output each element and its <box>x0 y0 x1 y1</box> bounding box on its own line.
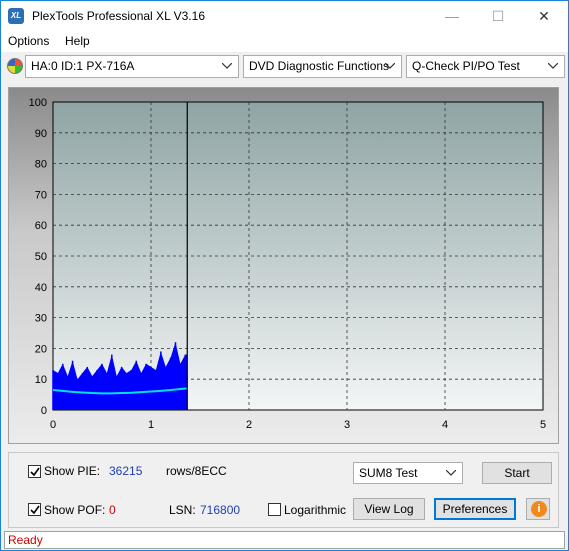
y-tick-label: 80 <box>35 159 47 171</box>
function-select-value: DVD Diagnostic Functions <box>249 59 390 73</box>
x-tick-label: 0 <box>50 419 56 431</box>
menu-options[interactable]: Options <box>8 34 49 48</box>
y-tick-label: 90 <box>35 128 47 140</box>
app-icon: XL <box>8 8 24 24</box>
show-pie-label: Show PIE: <box>44 464 101 478</box>
drive-select[interactable]: HA:0 ID:1 PX-716A <box>25 55 239 78</box>
show-pof-label: Show POF: <box>44 503 106 517</box>
chevron-down-icon <box>222 56 234 77</box>
y-tick-label: 60 <box>35 220 47 232</box>
pie-value: 36215 <box>109 464 143 478</box>
lsn-label: LSN: <box>169 503 196 517</box>
x-tick-label: 3 <box>344 419 350 431</box>
y-tick-label: 40 <box>35 282 47 294</box>
chevron-down-icon <box>548 56 560 77</box>
chevron-down-icon <box>385 56 397 77</box>
y-tick-label: 50 <box>35 251 47 263</box>
test-select-value: Q-Check PI/PO Test <box>412 59 520 73</box>
title-bar: XL PlexTools Professional XL V3.16 — ☐ ✕ <box>1 1 568 31</box>
info-button[interactable]: i <box>526 498 550 520</box>
chart-panel: 0 10 20 30 40 50 60 70 80 90 100 0 1 2 3 4 5 <box>8 87 559 444</box>
sum-test-select[interactable]: SUM8 Test <box>353 462 463 484</box>
menu-bar: Options Help <box>1 31 568 52</box>
y-tick-label: 10 <box>35 374 47 386</box>
start-button[interactable]: Start <box>482 462 552 484</box>
app-window: XL PlexTools Professional XL V3.16 — ☐ ✕… <box>0 0 569 551</box>
logarithmic-checkbox[interactable] <box>268 503 281 516</box>
test-select[interactable]: Q-Check PI/PO Test <box>406 55 565 78</box>
chevron-down-icon <box>446 463 458 483</box>
toolbar: HA:0 ID:1 PX-716A DVD Diagnostic Functio… <box>1 53 568 80</box>
status-bar: Ready <box>4 531 565 549</box>
logarithmic-label: Logarithmic <box>284 503 347 517</box>
show-pof-checkbox[interactable] <box>28 503 41 516</box>
show-pie-checkbox[interactable] <box>28 465 41 478</box>
y-tick-label: 70 <box>35 189 47 201</box>
drive-select-value: HA:0 ID:1 PX-716A <box>31 59 135 73</box>
info-icon: i <box>531 501 547 517</box>
x-tick-label: 5 <box>540 419 546 431</box>
menu-help[interactable]: Help <box>65 34 90 48</box>
y-tick-label: 100 <box>29 97 47 109</box>
minimize-button[interactable]: — <box>429 1 475 31</box>
close-button[interactable]: ✕ <box>521 1 567 31</box>
sum-test-select-value: SUM8 Test <box>359 466 418 480</box>
lsn-value: 716800 <box>200 503 241 517</box>
window-title: PlexTools Professional XL V3.16 <box>32 9 205 23</box>
controls-panel: Show PIE: 36215 rows/8ECC Show POF: 0 LS… <box>8 452 559 528</box>
pie-unit: rows/8ECC <box>166 464 227 478</box>
status-text: Ready <box>8 533 43 547</box>
function-select[interactable]: DVD Diagnostic Functions <box>243 55 402 78</box>
pi-po-chart: 0 10 20 30 40 50 60 70 80 90 100 0 1 2 3 4 5 <box>29 97 546 431</box>
preferences-button[interactable]: Preferences <box>434 498 516 520</box>
maximize-button[interactable]: ☐ <box>475 1 521 31</box>
y-tick-label: 20 <box>35 343 47 355</box>
x-tick-label: 4 <box>442 419 448 431</box>
drive-icon <box>7 58 23 74</box>
x-tick-label: 1 <box>148 419 154 431</box>
y-tick-label: 30 <box>35 313 47 325</box>
view-log-button[interactable]: View Log <box>353 498 425 520</box>
x-tick-label: 2 <box>246 419 252 431</box>
pof-value: 0 <box>109 503 116 517</box>
y-tick-label: 0 <box>41 405 47 417</box>
